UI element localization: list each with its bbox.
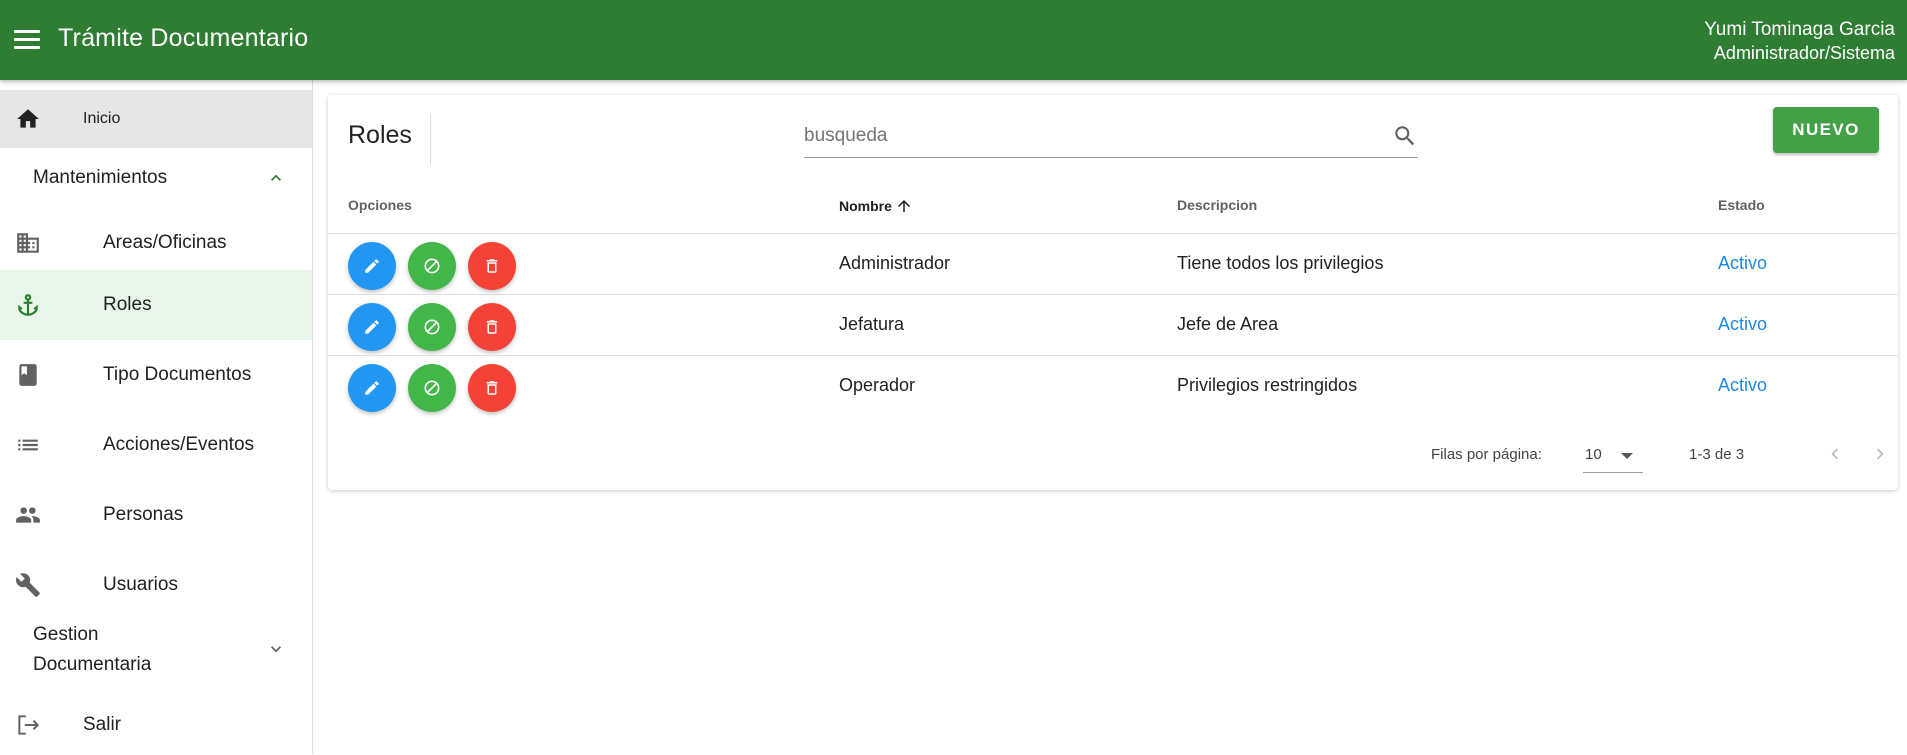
trash-icon xyxy=(486,381,498,395)
search-icon[interactable] xyxy=(1392,123,1418,149)
new-button[interactable]: NUEVO xyxy=(1773,107,1879,153)
caret-down-icon xyxy=(1621,453,1633,459)
trash-icon xyxy=(486,320,498,334)
sidebar-group-mantenimientos[interactable]: Mantenimientos xyxy=(0,148,312,208)
wrench-icon xyxy=(14,571,42,599)
sidebar-item-label: Areas/Oficinas xyxy=(103,232,227,253)
list-icon xyxy=(14,431,42,459)
logout-icon xyxy=(14,711,42,739)
column-header-descripcion[interactable]: Descripcion xyxy=(1177,197,1257,213)
delete-button[interactable] xyxy=(468,303,516,351)
disable-button[interactable] xyxy=(408,242,456,290)
disable-button[interactable] xyxy=(408,303,456,351)
user-name: Yumi Tominaga Garcia xyxy=(1704,19,1895,40)
sidebar-item-label: Usuarios xyxy=(103,574,178,595)
sidebar-item-usuarios[interactable]: Usuarios xyxy=(0,550,312,620)
sidebar-group-label: Mantenimientos xyxy=(33,167,168,188)
cell-estado[interactable]: Activo xyxy=(1718,314,1767,335)
column-header-label: Nombre xyxy=(839,198,892,214)
user-info: Yumi Tominaga Garcia Administrador/Siste… xyxy=(1704,18,1895,64)
delete-button[interactable] xyxy=(468,364,516,412)
chevron-down-icon xyxy=(266,639,286,664)
cell-descripcion: Privilegios restringidos xyxy=(1177,375,1358,395)
app-bar: Trámite Documentario Yumi Tominaga Garci… xyxy=(0,0,1907,80)
block-icon xyxy=(424,319,440,335)
pencil-icon xyxy=(365,259,379,273)
cell-estado[interactable]: Activo xyxy=(1718,253,1767,274)
sidebar-group-label-line2: Documentaria xyxy=(33,654,152,675)
cell-nombre: Administrador xyxy=(839,253,951,273)
cell-estado[interactable]: Activo xyxy=(1718,375,1767,396)
search-input[interactable] xyxy=(804,115,1374,157)
sidebar-item-label: Roles xyxy=(103,294,152,315)
building-icon xyxy=(14,229,42,257)
sidebar-item-label: Salir xyxy=(83,714,122,735)
table-row: Operador Privilegios restringidos Activo xyxy=(328,355,1898,416)
sidebar-item-label: Personas xyxy=(103,504,184,525)
edit-button[interactable] xyxy=(348,364,396,412)
search-field xyxy=(804,115,1418,158)
rows-per-page-value: 10 xyxy=(1585,446,1602,463)
previous-page-button[interactable] xyxy=(1817,436,1853,472)
sidebar-item-roles[interactable]: Roles xyxy=(0,270,312,340)
roles-card: Roles NUEVO Opciones Nombre Descripcion … xyxy=(328,95,1898,490)
sidebar: Inicio Mantenimientos Areas/Oficinas Rol… xyxy=(0,80,313,754)
block-icon xyxy=(424,258,440,274)
cell-descripcion: Tiene todos los privilegios xyxy=(1177,253,1384,273)
book-icon xyxy=(14,361,42,389)
pagination-range: 1-3 de 3 xyxy=(1689,446,1745,463)
sidebar-item-salir[interactable]: Salir xyxy=(0,695,312,755)
next-page-button[interactable] xyxy=(1862,436,1898,472)
pencil-icon xyxy=(365,320,379,334)
sidebar-item-inicio[interactable]: Inicio xyxy=(0,90,312,148)
sidebar-group-label-line1: Gestion xyxy=(33,624,99,645)
anchor-icon xyxy=(14,291,42,319)
sidebar-group-gestion-documentaria[interactable]: Gestion Documentaria xyxy=(0,615,312,685)
title-divider xyxy=(430,113,431,165)
chevron-right-icon xyxy=(1876,448,1884,460)
trash-icon xyxy=(486,259,498,273)
edit-button[interactable] xyxy=(348,303,396,351)
column-header-opciones: Opciones xyxy=(348,197,412,213)
cell-nombre: Operador xyxy=(839,375,916,395)
disable-button[interactable] xyxy=(408,364,456,412)
table-row: Administrador Tiene todos los privilegio… xyxy=(328,233,1898,294)
sidebar-item-tipo-documentos[interactable]: Tipo Documentos xyxy=(0,340,312,410)
column-header-estado[interactable]: Estado xyxy=(1718,197,1765,213)
page-title: Roles xyxy=(348,121,412,149)
sidebar-item-label: Tipo Documentos xyxy=(103,364,252,385)
home-icon xyxy=(14,105,42,133)
sidebar-item-label: Inicio xyxy=(83,110,121,127)
column-header-nombre[interactable]: Nombre xyxy=(839,197,913,215)
sidebar-item-label: Acciones/Eventos xyxy=(103,434,255,455)
cell-nombre: Jefatura xyxy=(839,314,905,334)
arrow-up-icon xyxy=(895,197,913,215)
people-icon xyxy=(14,501,42,529)
cell-descripcion: Jefe de Area xyxy=(1177,314,1279,334)
pencil-icon xyxy=(365,381,379,395)
sidebar-item-areas[interactable]: Areas/Oficinas xyxy=(0,208,312,278)
user-role: Administrador/Sistema xyxy=(1713,43,1895,63)
chevron-up-icon xyxy=(266,168,286,193)
chevron-left-icon xyxy=(1831,448,1839,460)
sidebar-item-personas[interactable]: Personas xyxy=(0,480,312,550)
rows-per-page-select[interactable]: 10 xyxy=(1583,437,1643,473)
rows-per-page-label: Filas por página: xyxy=(1431,446,1542,463)
table-row: Jefatura Jefe de Area Activo xyxy=(328,294,1898,355)
edit-button[interactable] xyxy=(348,242,396,290)
menu-icon[interactable] xyxy=(14,30,40,50)
sidebar-item-acciones-eventos[interactable]: Acciones/Eventos xyxy=(0,410,312,480)
block-icon xyxy=(424,380,440,396)
sidebar-group-label: Gestion Documentaria xyxy=(33,620,151,680)
delete-button[interactable] xyxy=(468,242,516,290)
app-title: Trámite Documentario xyxy=(58,24,309,52)
